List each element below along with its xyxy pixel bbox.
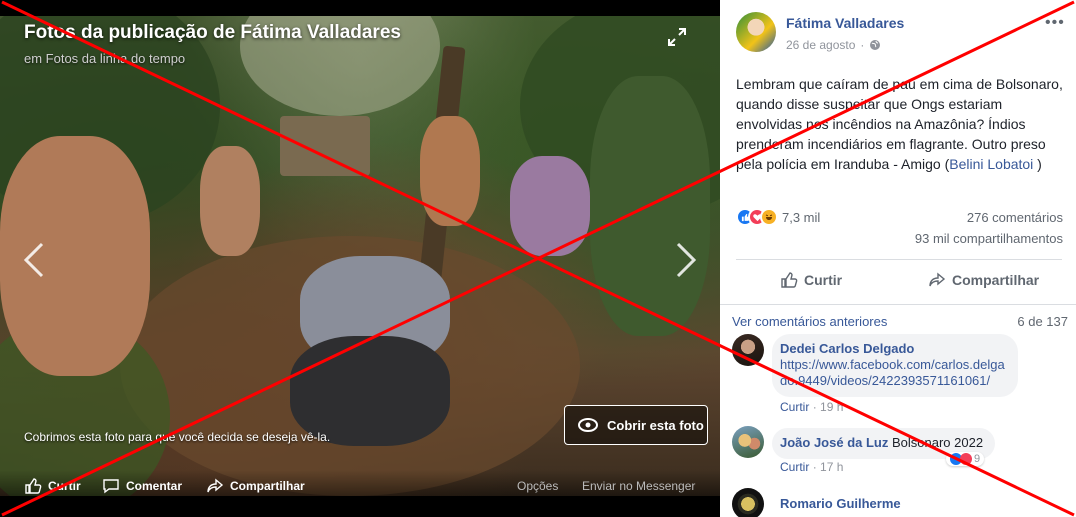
tagged-friend-link[interactable]: Belini Lobatoi [949, 156, 1033, 172]
chevron-left-icon[interactable] [22, 240, 46, 280]
author-name[interactable]: Fátima Valladares [786, 15, 904, 31]
viewer-options-link[interactable]: Opções [517, 479, 558, 493]
viewer-share-button[interactable]: Compartilhar [206, 477, 305, 495]
post-share-button[interactable]: Compartilhar [928, 268, 1039, 292]
comment-icon [103, 479, 119, 494]
post-like-button[interactable]: Curtir [780, 268, 842, 292]
comment-avatar[interactable] [732, 488, 764, 517]
comment-avatar[interactable] [732, 334, 764, 366]
comment-meta: Curtir · 17 h [780, 460, 844, 474]
comment-page-indicator: 6 de 137 [1017, 314, 1068, 329]
viewer-send-messenger-link[interactable]: Enviar no Messenger [582, 479, 695, 493]
like-icon [25, 478, 42, 494]
photo-viewer: Fotos da publicação de Fátima Valladares… [0, 0, 720, 517]
cover-button-label: Cobrir esta foto [607, 417, 704, 433]
comment-time[interactable]: 19 h [820, 400, 843, 414]
comment-time[interactable]: 17 h [820, 460, 843, 474]
comment-like-link[interactable]: Curtir [780, 400, 809, 414]
divider [736, 259, 1062, 260]
comment-author[interactable]: Romario Guilherme [780, 496, 901, 511]
like-icon [781, 272, 798, 288]
reaction-count: 7,3 mil [782, 209, 821, 225]
love-reaction-icon [960, 453, 972, 465]
reactions-summary[interactable]: 7,3 mil [736, 208, 820, 226]
comment-reaction-count: 9 [974, 453, 981, 465]
shares-count[interactable]: 93 mil compartilhamentos [915, 231, 1063, 246]
comment-like-link[interactable]: Curtir [780, 460, 809, 474]
viewer-title: Fotos da publicação de Fátima Valladares [24, 22, 401, 43]
comment-author[interactable]: João José da Luz [780, 435, 888, 450]
comments-count[interactable]: 276 comentários [967, 210, 1063, 225]
author-avatar[interactable] [736, 12, 776, 52]
globe-icon [870, 40, 881, 50]
comment-text: Bolsonaro 2022 [892, 435, 984, 450]
comment-link[interactable]: https://www.facebook.com/carlos.delgado.… [780, 357, 1006, 389]
viewer-comment-button[interactable]: Comentar [102, 477, 182, 495]
comment-avatar[interactable] [732, 426, 764, 458]
more-icon[interactable]: ••• [1045, 14, 1065, 32]
cover-notice: Cobrimos esta foto para que você decida … [24, 430, 331, 444]
comment-author[interactable]: Dedei Carlos Delgado [780, 341, 1006, 357]
chevron-right-icon[interactable] [674, 240, 698, 280]
comment-meta: Curtir · 19 h [780, 400, 844, 414]
divider [720, 304, 1076, 305]
expand-icon[interactable] [667, 27, 687, 47]
post-panel: Fátima Valladares 26 de agosto · ••• Lem… [720, 0, 1076, 517]
post-date-text[interactable]: 26 de agosto [786, 38, 855, 52]
post-date: 26 de agosto · [786, 38, 881, 52]
view-previous-comments-link[interactable]: Ver comentários anteriores [732, 314, 887, 329]
cover-photo-button[interactable]: Cobrir esta foto [564, 405, 708, 445]
viewer-like-button[interactable]: Curtir [24, 477, 81, 495]
comment-reactions[interactable]: 9 [946, 452, 985, 466]
haha-reaction-icon [760, 208, 778, 226]
share-icon [929, 272, 946, 287]
comment-bubble: Dedei Carlos Delgado https://www.faceboo… [772, 334, 1018, 397]
post-text: Lembram que caíram de pau em cima de Bol… [736, 76, 1063, 172]
viewer-subtitle[interactable]: em Fotos da linha do tempo [24, 51, 185, 66]
eye-slash-icon [578, 418, 598, 432]
share-icon [207, 478, 224, 493]
